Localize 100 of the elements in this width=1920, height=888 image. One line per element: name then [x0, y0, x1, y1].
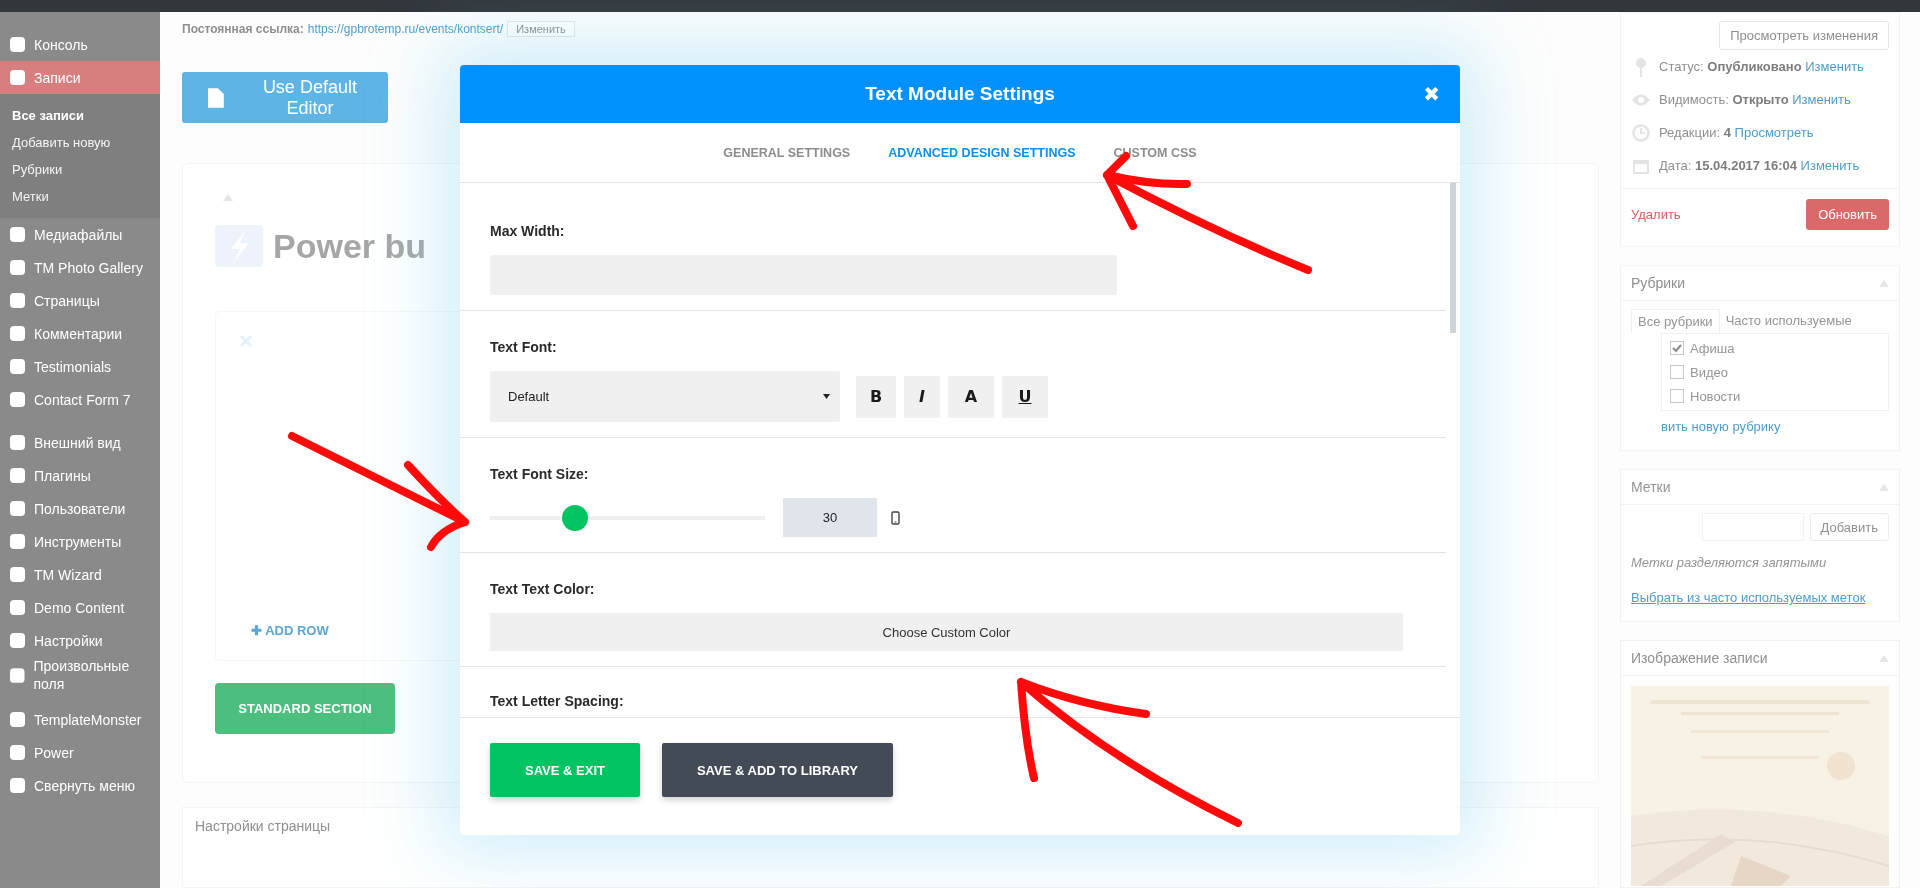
- category-tab[interactable]: Все рубрики: [1631, 309, 1720, 333]
- field-label: Text Font Size:: [490, 465, 590, 484]
- permalink-label: Постоянная ссылка:: [182, 22, 304, 36]
- menu-item[interactable]: Testimonials: [0, 350, 160, 383]
- text-style-button[interactable]: I: [904, 375, 940, 418]
- checkbox[interactable]: [1670, 389, 1684, 403]
- panel-title: Изображение записи: [1631, 650, 1768, 666]
- menu-item[interactable]: Пользователи: [0, 492, 160, 525]
- submenu-item[interactable]: Метки: [0, 183, 160, 210]
- settings-tab[interactable]: GENERAL SETTINGS: [723, 139, 851, 166]
- preview-changes-button[interactable]: Просмотреть изменения: [1719, 21, 1889, 50]
- close-icon[interactable]: [240, 335, 252, 347]
- menu-item[interactable]: Консоль: [0, 28, 160, 61]
- hint-text: Метки разделяются запятыми: [1631, 555, 1828, 570]
- menu-item[interactable]: Настройки: [0, 624, 160, 657]
- text-style-button[interactable]: B: [856, 375, 896, 418]
- menu-item[interactable]: Внешний вид: [0, 426, 160, 459]
- clock-icon: [1631, 123, 1651, 142]
- menu-item[interactable]: Power: [0, 736, 160, 769]
- phone-icon[interactable]: [891, 510, 900, 525]
- menu-item[interactable]: Медиафайлы: [0, 218, 160, 251]
- category-label: Видео: [1690, 364, 1728, 380]
- scrollbar[interactable]: [1450, 183, 1456, 333]
- slider-thumb[interactable]: [562, 504, 589, 531]
- field-label: Text Letter Spacing:: [490, 692, 625, 711]
- menu-item-icon: [9, 467, 26, 484]
- menu-item-icon: [9, 711, 26, 728]
- choose-tags-link[interactable]: Выбрать из часто используемых меток: [1631, 590, 1889, 605]
- status-text: Редакции: 4 Просмотреть: [1659, 125, 1814, 140]
- save-library-button[interactable]: SAVE & ADD TO LIBRARY: [662, 743, 893, 797]
- menu-item-icon: [9, 259, 26, 276]
- menu-item[interactable]: Свернуть меню: [0, 769, 160, 802]
- menu-item[interactable]: TM Photo Gallery: [0, 251, 160, 284]
- collapse-icon[interactable]: [1879, 483, 1889, 491]
- menu-item-icon: [9, 226, 26, 243]
- add-row-link[interactable]: ✚ ADD ROW: [251, 623, 329, 638]
- collapse-icon[interactable]: [223, 194, 233, 201]
- checkbox[interactable]: [1670, 365, 1684, 379]
- document-icon: [208, 87, 224, 108]
- menu-item-icon: [9, 500, 26, 517]
- caret-icon: [823, 394, 830, 399]
- category-label: Афиша: [1690, 340, 1735, 356]
- menu-item[interactable]: Произвольные поля: [0, 657, 160, 693]
- panel-title: Метки: [1631, 479, 1671, 495]
- dialog-title: Text Module Settings: [865, 83, 1055, 105]
- settings-tab[interactable]: ADVANCED DESIGN SETTINGS: [888, 139, 1076, 166]
- menu-item[interactable]: TemplateMonster: [0, 703, 160, 736]
- text-style-button[interactable]: A: [948, 375, 994, 418]
- save-exit-button[interactable]: SAVE & EXIT: [490, 743, 640, 797]
- submenu-item[interactable]: Все записи: [0, 102, 160, 129]
- permalink-link[interactable]: https://gpbrotemp.ru/events/kontsert/: [307, 22, 504, 36]
- menu-item-icon: [9, 744, 26, 761]
- menu-item[interactable]: TM Wizard: [0, 558, 160, 591]
- category-tab[interactable]: Часто используемые: [1719, 309, 1858, 333]
- field-label: Text Font:: [490, 338, 558, 357]
- panel-title: Настройки страницы: [195, 818, 331, 834]
- choose-color-button[interactable]: Choose Custom Color: [490, 613, 1403, 651]
- menu-item-icon: [9, 599, 26, 616]
- menu-item-icon: [9, 566, 26, 583]
- submenu-item[interactable]: Рубрики: [0, 156, 160, 183]
- menu-item-icon: [9, 292, 26, 309]
- delete-link[interactable]: Удалить: [1631, 207, 1681, 222]
- menu-item-icon: [9, 391, 26, 408]
- text-style-button[interactable]: U: [1002, 375, 1048, 418]
- font-select[interactable]: Default: [490, 371, 840, 422]
- field-label: Text Text Color:: [490, 580, 596, 599]
- checkbox[interactable]: [1670, 341, 1684, 355]
- add-tag-button[interactable]: Добавить: [1809, 513, 1889, 541]
- edit-permalink-button[interactable]: Изменить: [507, 21, 575, 37]
- menu-item[interactable]: Demo Content: [0, 591, 160, 624]
- collapse-icon[interactable]: [1879, 654, 1889, 662]
- collapse-icon[interactable]: [1879, 279, 1889, 287]
- menu-item[interactable]: Комментарии: [0, 317, 160, 350]
- menu-item-icon: [9, 325, 26, 342]
- menu-item[interactable]: Плагины: [0, 459, 160, 492]
- default-editor-button[interactable]: Use Default Editor: [182, 72, 388, 123]
- panel-title: Рубрики: [1631, 275, 1686, 291]
- menu-item-icon: [9, 777, 26, 794]
- menu-item-icon: [9, 69, 26, 86]
- menu-item[interactable]: Страницы: [0, 284, 160, 317]
- builder-title: Power bu: [273, 226, 427, 266]
- menu-item[interactable]: Contact Form 7: [0, 383, 160, 416]
- font-size-field[interactable]: 30: [783, 498, 877, 537]
- menu-item-icon: [9, 632, 26, 649]
- eye-icon: [1631, 92, 1651, 107]
- add-category-link[interactable]: вить новую рубрику: [1661, 419, 1889, 434]
- update-button[interactable]: Обновить: [1806, 199, 1889, 230]
- menu-item[interactable]: Записи: [0, 61, 160, 94]
- menu-item-icon: [9, 434, 26, 451]
- menu-item[interactable]: Инструменты: [0, 525, 160, 558]
- status-text: Дата: 15.04.2017 16:04 Изменить: [1659, 158, 1860, 173]
- status-text: Видимость: Открыто Изменить: [1659, 92, 1851, 107]
- menu-item-icon: [9, 533, 26, 550]
- menu-item-icon: [9, 36, 26, 53]
- status-text: Статус: Опубликовано Изменить: [1659, 59, 1864, 74]
- submenu-item[interactable]: Добавить новую: [0, 129, 160, 156]
- close-button[interactable]: ✖: [1423, 83, 1440, 105]
- field-label: Max Width:: [490, 222, 566, 241]
- category-label: Новости: [1690, 388, 1741, 404]
- standard-section-button[interactable]: STANDARD SECTION: [215, 683, 395, 734]
